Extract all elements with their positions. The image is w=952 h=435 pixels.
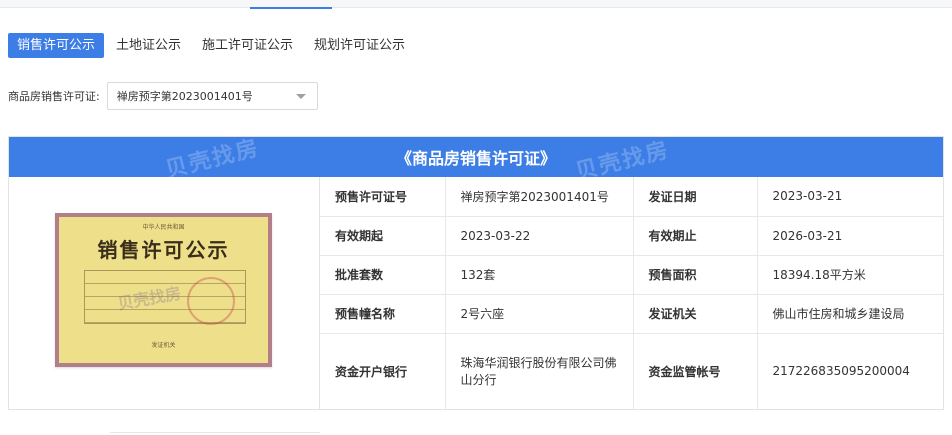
license-card: 贝壳找房 《商品房销售许可证》 贝壳找房 中华人民共和国 销售许可公示 贝壳找房… [8,136,944,410]
field-value: 132套 [445,255,634,295]
field-value: 2023-03-21 [757,177,943,217]
field-label: 批准套数 [320,255,446,295]
table-row: 资金开户银行 珠海华润银行股份有限公司佛山分行 资金监管帐号 217226835… [320,333,943,409]
field-label: 发证机关 [633,294,758,334]
table-row: 有效期起 2023-03-22 有效期止 2026-03-21 [320,216,943,256]
field-value: 217226835095200004 [772,364,910,379]
field-label: 资金开户银行 [320,333,446,409]
top-tab-active-indicator [250,7,332,9]
tab-sales-license[interactable]: 销售许可公示 [8,33,105,58]
field-label: 资金监管帐号 [633,333,758,409]
certificate-image-cell: 中华人民共和国 销售许可公示 贝壳找房 发证机关 [9,177,320,409]
certificate-top-text: 中华人民共和国 [142,224,185,231]
tab-construction-permit[interactable]: 施工许可证公示 [193,33,302,58]
field-value: 2026-03-21 [757,216,943,256]
certificate-bottom-text: 发证机关 [151,342,176,349]
seal-icon [187,277,235,325]
license-card-title: 《商品房销售许可证》 [395,149,556,168]
field-value: 禅房预字第2023001401号 [445,177,634,217]
table-row: 批准套数 132套 预售面积 18394.18平方米 [320,255,943,295]
license-info-table: 预售许可证号 禅房预字第2023001401号 发证日期 2023-03-21 … [320,177,943,409]
license-card-body: 中华人民共和国 销售许可公示 贝壳找房 发证机关 预售许可证号 禅房预字第202… [9,177,943,409]
field-label: 有效期起 [320,216,446,256]
watermark-text: 贝壳找房 [163,135,263,184]
top-tab-strip [0,0,952,8]
certificate-image[interactable]: 中华人民共和国 销售许可公示 贝壳找房 发证机关 [55,213,272,367]
table-row: 预售许可证号 禅房预字第2023001401号 发证日期 2023-03-21 [320,177,943,217]
tab-land-certificate[interactable]: 土地证公示 [107,33,190,58]
chevron-down-icon [295,93,306,99]
field-label: 预售许可证号 [320,177,446,217]
certificate-title: 销售许可公示 [97,238,230,262]
license-select[interactable]: 禅房预字第2023001401号 [106,82,318,110]
license-tabs: 销售许可公示 土地证公示 施工许可证公示 规划许可证公示 [8,33,417,58]
table-row: 预售幢名称 2号六座 发证机关 佛山市住房和城乡建设局 [320,294,943,334]
license-selector-row: 商品房销售许可证: 禅房预字第2023001401号 [8,82,318,110]
field-value: 2号六座 [445,294,634,334]
field-value: 佛山市住房和城乡建设局 [757,294,943,334]
divider [110,432,320,433]
field-value: 18394.18平方米 [757,255,943,295]
field-value: 2023-03-22 [445,216,634,256]
license-select-value: 禅房预字第2023001401号 [116,90,253,103]
license-card-header: 贝壳找房 《商品房销售许可证》 贝壳找房 [9,136,943,185]
field-label: 发证日期 [633,177,758,217]
field-label: 有效期止 [633,216,758,256]
license-selector-label: 商品房销售许可证: [8,90,100,103]
field-value: 珠海华润银行股份有限公司佛山分行 [445,333,634,409]
tab-planning-permit[interactable]: 规划许可证公示 [305,33,414,58]
field-label: 预售幢名称 [320,294,446,334]
field-label: 预售面积 [633,255,758,295]
